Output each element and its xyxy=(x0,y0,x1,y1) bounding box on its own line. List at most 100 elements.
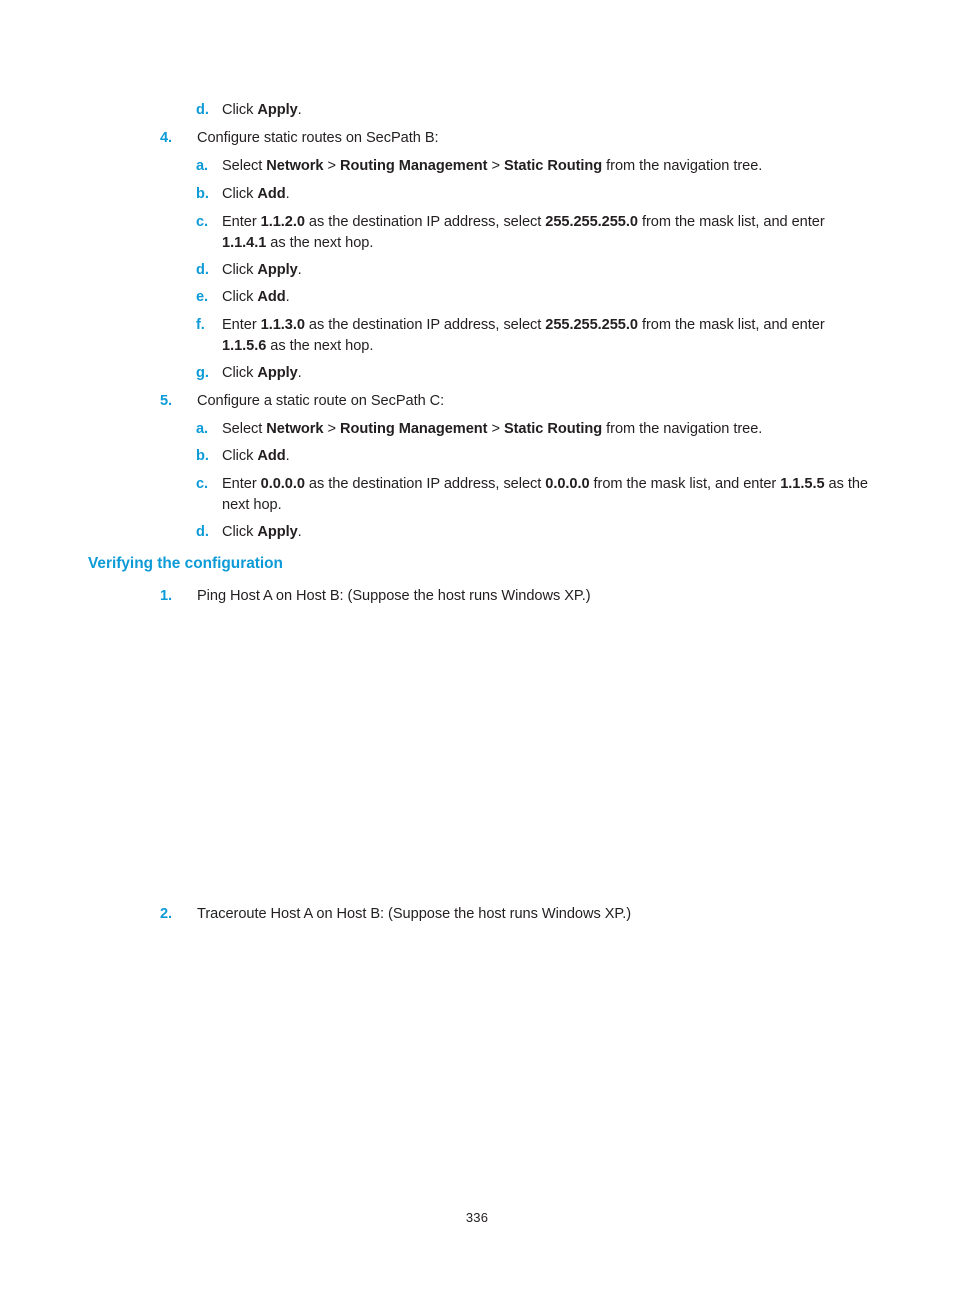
list-item-text: Click Apply. xyxy=(222,522,302,543)
list-item: e. Click Add. xyxy=(0,287,378,308)
list-item-text: Click Apply. xyxy=(222,100,302,121)
list-marker: 4. xyxy=(160,130,172,146)
page-number: 336 xyxy=(465,1210,489,1225)
text-fragment: from the navigation tree. xyxy=(602,158,763,174)
ui-label-apply: Apply xyxy=(257,524,298,540)
list-marker: g. xyxy=(196,365,209,381)
list-marker: d. xyxy=(196,262,209,278)
text-fragment: . xyxy=(285,186,290,202)
nav-label-routing-management: Routing Management xyxy=(339,421,488,437)
text-fragment: Click xyxy=(222,524,258,540)
list-marker: 5. xyxy=(160,393,172,409)
text-fragment: Enter xyxy=(222,476,261,492)
list-item-text: Click Add. xyxy=(222,184,290,205)
list-marker: d. xyxy=(196,102,209,118)
ui-label-apply: Apply xyxy=(257,365,298,381)
list-item: 5. Configure a static route on SecPath C… xyxy=(0,391,532,412)
value-next-hop: 1.1.4.1 xyxy=(222,235,267,251)
value-destination-ip: 1.1.2.0 xyxy=(260,214,305,230)
text-fragment: . xyxy=(297,524,302,540)
list-item: b. Click Add. xyxy=(0,446,378,467)
list-marker: a. xyxy=(196,421,208,437)
text-fragment: as the next hop. xyxy=(266,235,374,251)
list-marker: f. xyxy=(196,317,205,333)
list-item-text: Click Add. xyxy=(222,287,290,308)
nav-separator: > xyxy=(487,421,504,437)
text-fragment: Click xyxy=(222,448,258,464)
nav-separator: > xyxy=(487,158,504,174)
list-item-text: Click Apply. xyxy=(222,363,302,384)
text-fragment: Select xyxy=(222,421,267,437)
list-marker: 1. xyxy=(160,588,172,604)
text-fragment: as the next hop. xyxy=(266,338,374,354)
text-fragment: Click xyxy=(222,289,258,305)
list-item: f. Enter 1.1.3.0 as the destination IP a… xyxy=(0,315,954,357)
list-item-text: Configure static routes on SecPath B: xyxy=(197,130,439,146)
text-fragment: from the mask list, and enter xyxy=(589,476,781,492)
nav-label-static-routing: Static Routing xyxy=(503,158,603,174)
text-fragment: Enter xyxy=(222,214,261,230)
text-fragment: Enter xyxy=(222,317,261,333)
list-marker: d. xyxy=(196,524,209,540)
nav-label-routing-management: Routing Management xyxy=(339,158,488,174)
list-marker: c. xyxy=(196,476,208,492)
text-fragment: as the destination IP address, select xyxy=(304,214,546,230)
ui-label-apply: Apply xyxy=(257,262,298,278)
value-next-hop: 1.1.5.6 xyxy=(222,338,267,354)
list-marker: 2. xyxy=(160,906,172,922)
text-fragment: Click xyxy=(222,186,258,202)
traceroute-output-figure-placeholder xyxy=(197,936,866,1186)
list-item-text: Click Add. xyxy=(222,446,290,467)
nav-label-static-routing: Static Routing xyxy=(503,421,603,437)
list-marker: c. xyxy=(196,214,208,230)
value-destination-ip: 1.1.3.0 xyxy=(260,317,305,333)
list-item: 2. Traceroute Host A on Host B: (Suppose… xyxy=(0,904,719,925)
list-item: c. Enter 1.1.2.0 as the destination IP a… xyxy=(0,212,954,254)
list-item: 1. Ping Host A on Host B: (Suppose the h… xyxy=(0,586,679,607)
list-item: a. Select Network > Routing Management >… xyxy=(0,419,850,440)
text-fragment: . xyxy=(297,102,302,118)
text-fragment: as the destination IP address, select xyxy=(304,476,546,492)
text-fragment: . xyxy=(285,448,290,464)
list-item: c. Enter 0.0.0.0 as the destination IP a… xyxy=(0,474,954,516)
list-item-text: Enter 1.1.2.0 as the destination IP addr… xyxy=(222,212,866,254)
text-fragment: . xyxy=(297,262,302,278)
text-fragment: Click xyxy=(222,365,258,381)
ping-output-figure-placeholder xyxy=(197,618,866,900)
list-item-text: Ping Host A on Host B: (Suppose the host… xyxy=(197,588,591,604)
text-fragment: from the mask list, and enter xyxy=(637,317,825,333)
list-item-text: Click Apply. xyxy=(222,260,302,281)
nav-label-network: Network xyxy=(266,158,324,174)
list-item: 4. Configure static routes on SecPath B: xyxy=(0,128,527,149)
nav-separator: > xyxy=(323,158,340,174)
ui-label-add: Add xyxy=(257,186,286,202)
list-item: a. Select Network > Routing Management >… xyxy=(0,156,850,177)
ui-label-apply: Apply xyxy=(257,102,298,118)
list-item-text: Traceroute Host A on Host B: (Suppose th… xyxy=(197,906,632,922)
list-item: d. Click Apply. xyxy=(0,522,390,543)
text-fragment: . xyxy=(285,289,290,305)
list-marker: e. xyxy=(196,289,208,305)
text-fragment: from the navigation tree. xyxy=(602,421,763,437)
value-mask: 255.255.255.0 xyxy=(545,214,638,230)
nav-label-network: Network xyxy=(266,421,324,437)
list-item: d. Click Apply. xyxy=(0,260,390,281)
text-fragment: Click xyxy=(222,102,258,118)
value-next-hop: 1.1.5.5 xyxy=(780,476,825,492)
ui-label-add: Add xyxy=(257,448,286,464)
list-item-text: Enter 1.1.3.0 as the destination IP addr… xyxy=(222,315,866,357)
list-item: d. Click Apply. xyxy=(0,100,390,121)
value-mask: 255.255.255.0 xyxy=(545,317,638,333)
value-mask: 0.0.0.0 xyxy=(545,476,590,492)
document-page: d. Click Apply. 4. Configure static rout… xyxy=(0,0,954,1296)
nav-separator: > xyxy=(323,421,340,437)
ui-label-add: Add xyxy=(257,289,286,305)
list-item-text: Select Network > Routing Management > St… xyxy=(222,156,762,177)
text-fragment: as the destination IP address, select xyxy=(304,317,546,333)
text-fragment: Click xyxy=(222,262,258,278)
list-marker: b. xyxy=(196,448,209,464)
list-marker: a. xyxy=(196,158,208,174)
text-fragment: . xyxy=(297,365,302,381)
list-item-text: Enter 0.0.0.0 as the destination IP addr… xyxy=(222,474,868,516)
text-fragment: Select xyxy=(222,158,267,174)
